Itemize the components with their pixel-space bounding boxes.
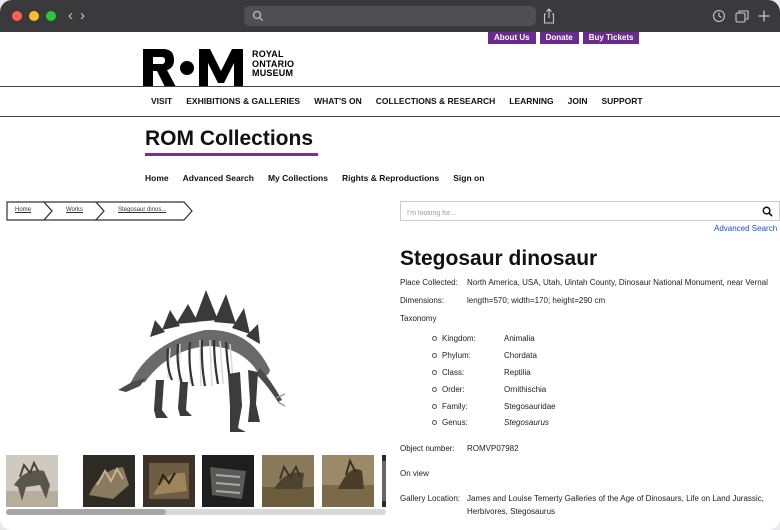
new-tab-icon[interactable] <box>757 9 771 23</box>
search-input[interactable] <box>407 205 747 222</box>
taxonomy-rank-label: Genus: <box>442 418 468 427</box>
collections-subnav: Home Advanced Search My Collections Righ… <box>145 173 484 183</box>
breadcrumb-arrows <box>6 201 193 221</box>
object-title: Stegosaur dinosaur <box>400 247 598 270</box>
bullet-icon <box>432 420 437 425</box>
place-collected-value: North America, USA, Utah, Uintah County,… <box>467 278 768 287</box>
subnav-home[interactable]: Home <box>145 173 169 183</box>
taxonomy-rank-label: Family: <box>442 402 468 411</box>
thumbnail-7[interactable] <box>382 455 386 507</box>
subnav-sign-on[interactable]: Sign on <box>453 173 484 183</box>
nav-exhibitions[interactable]: EXHIBITIONS & GALLERIES <box>186 96 300 106</box>
gallery-location-value-line-1[interactable]: James and Louise Temerty Galleries of th… <box>467 494 764 503</box>
taxonomy-rank-value: Stegosauridae <box>504 402 556 411</box>
bullet-icon <box>432 387 437 392</box>
donate-button[interactable]: Donate <box>539 32 579 44</box>
taxonomy-rank-label: Order: <box>442 385 465 394</box>
nav-visit[interactable]: VISIT <box>151 96 172 106</box>
buy-tickets-button[interactable]: Buy Tickets <box>582 32 640 44</box>
search-icon <box>252 10 263 21</box>
web-page: About Us Donate Buy Tickets ROYAL ONTARI… <box>0 32 780 530</box>
thumbnail-5[interactable] <box>262 455 314 507</box>
taxonomy-rank-value: Ornithischia <box>504 385 547 394</box>
logo-wordmark: ROYAL ONTARIO MUSEUM <box>252 49 294 79</box>
nav-collections-research[interactable]: COLLECTIONS & RESEARCH <box>376 96 495 106</box>
taxonomy-rank-value: Chordata <box>504 351 537 360</box>
bullet-icon <box>432 370 437 375</box>
address-bar[interactable] <box>244 6 536 26</box>
forward-icon[interactable]: › <box>80 7 85 25</box>
object-number-label: Object number: <box>400 444 455 453</box>
taxonomy-rank-label: Class: <box>442 368 465 377</box>
nav-support[interactable]: SUPPORT <box>601 96 642 106</box>
thumbnail-6[interactable] <box>322 455 374 507</box>
browser-toolbar: ‹ › <box>0 0 780 32</box>
close-window-button[interactable] <box>12 11 22 21</box>
share-icon[interactable] <box>543 8 555 24</box>
taxonomy-rank-value: Reptilia <box>504 368 531 377</box>
nav-learning[interactable]: LEARNING <box>509 96 553 106</box>
taxonomy-rank-value: Stegosaurus <box>504 418 549 427</box>
breadcrumb-works[interactable]: Works <box>66 207 83 213</box>
taxonomy-rank-label: Kingdom: <box>442 334 476 343</box>
thumbnail-2[interactable] <box>83 455 135 507</box>
logo-line-3: MUSEUM <box>252 68 294 78</box>
subnav-rights-reproductions[interactable]: Rights & Reproductions <box>342 173 439 183</box>
thumbnail-scrollbar[interactable] <box>6 509 386 515</box>
on-view-label: On view <box>400 469 429 478</box>
page-title: ROM Collections <box>145 127 314 150</box>
nav-join[interactable]: JOIN <box>568 96 588 106</box>
main-navigation: VISIT EXHIBITIONS & GALLERIES WHAT'S ON … <box>0 86 780 117</box>
zoom-window-button[interactable] <box>46 11 56 21</box>
bullet-icon <box>432 336 437 341</box>
minimize-window-button[interactable] <box>29 11 39 21</box>
title-underline <box>145 153 318 156</box>
about-us-button[interactable]: About Us <box>488 32 536 44</box>
search-icon[interactable] <box>762 206 773 217</box>
gallery-location-value-line-2[interactable]: Herbivores, Stegosaurus <box>467 507 555 516</box>
gallery-location-label: Gallery Location: <box>400 494 461 503</box>
bullet-icon <box>432 404 437 409</box>
history-icon[interactable] <box>712 9 726 23</box>
taxonomy-rank-value: Animalia <box>504 334 535 343</box>
stegosaur-skeleton-image[interactable] <box>110 282 285 442</box>
search-box <box>400 201 780 222</box>
taxonomy-label: Taxonomy <box>400 314 437 323</box>
breadcrumb-home[interactable]: Home <box>15 207 31 213</box>
thumbnail-4[interactable] <box>202 455 254 507</box>
object-number-value: ROMVP07982 <box>467 444 519 453</box>
thumbnail-strip <box>6 455 386 507</box>
place-collected-label: Place Collected: <box>400 278 458 287</box>
subnav-advanced-search[interactable]: Advanced Search <box>183 173 254 183</box>
advanced-search-link[interactable]: Advanced Search <box>714 224 777 233</box>
nav-whats-on[interactable]: WHAT'S ON <box>314 96 362 106</box>
utility-buttons: About Us Donate Buy Tickets <box>488 32 640 44</box>
thumbnail-1[interactable] <box>6 455 58 507</box>
dimensions-label: Dimensions: <box>400 296 445 305</box>
thumbnail-3[interactable] <box>143 455 195 507</box>
browser-window: ‹ › About Us Donate Buy Tickets ROYAL ON… <box>0 0 780 530</box>
thumbnail-scrollbar-thumb[interactable] <box>6 509 166 515</box>
dimensions-value: length=570; width=170; height=290 cm <box>467 296 606 305</box>
bullet-icon <box>432 353 437 358</box>
back-icon[interactable]: ‹ <box>68 7 73 25</box>
taxonomy-rank-label: Phylum: <box>442 351 471 360</box>
breadcrumb: Home Works Stegosaur dinos... <box>6 201 196 221</box>
tab-overview-icon[interactable] <box>735 9 749 23</box>
breadcrumb-current[interactable]: Stegosaur dinos... <box>118 207 166 213</box>
subnav-my-collections[interactable]: My Collections <box>268 173 328 183</box>
